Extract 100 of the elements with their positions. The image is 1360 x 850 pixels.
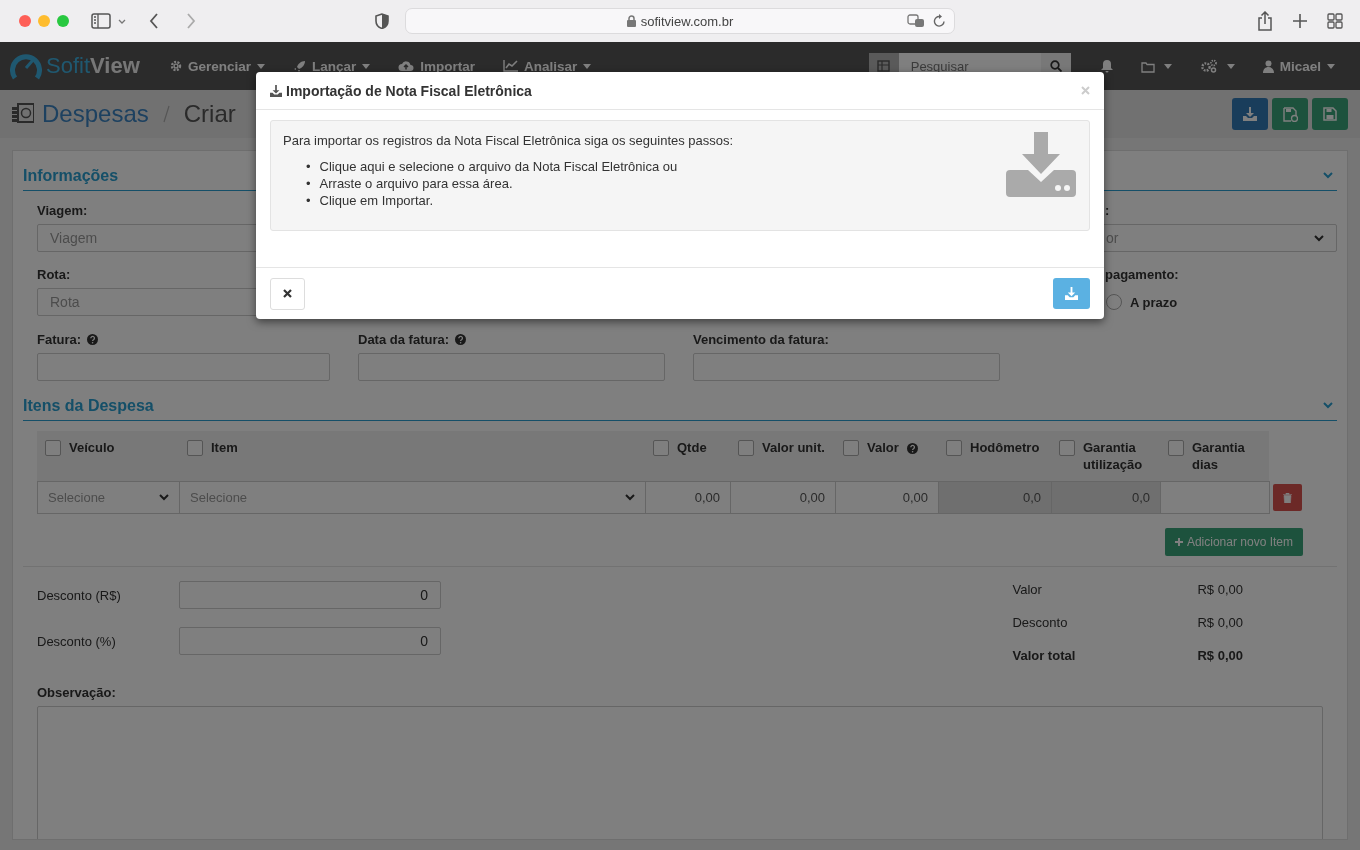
caret-icon xyxy=(362,63,371,69)
checkbox[interactable] xyxy=(843,440,859,456)
trash-icon xyxy=(1283,492,1292,503)
section-title: Informações xyxy=(23,166,119,185)
save-new-button[interactable] xyxy=(1272,98,1308,130)
bullet: • xyxy=(306,192,311,209)
download-icon xyxy=(270,84,282,97)
instruction-step: Clique em Importar. xyxy=(319,192,433,209)
field-label: Observação: xyxy=(37,684,116,700)
input-field[interactable]: 0 xyxy=(179,581,441,609)
modal-title: Importação de Nota Fiscal Eletrônica xyxy=(286,82,532,99)
shield-icon[interactable] xyxy=(375,13,389,29)
grid-icon[interactable] xyxy=(877,60,891,72)
bell-icon xyxy=(1100,59,1113,73)
column-header: Hodômetro xyxy=(970,439,1040,456)
nav-menu-item[interactable]: Lançar xyxy=(293,58,371,74)
checkbox[interactable] xyxy=(187,440,203,456)
toolbar-button[interactable] xyxy=(1140,59,1172,73)
search-icon xyxy=(1049,60,1062,72)
caret-icon xyxy=(1327,63,1335,69)
readonly-field: 0,0 xyxy=(1051,481,1161,514)
translate-icon[interactable] xyxy=(907,14,925,28)
reload-icon[interactable] xyxy=(933,14,946,28)
cancel-button[interactable] xyxy=(270,277,305,310)
column-header: Veículo xyxy=(69,439,115,456)
caret-icon xyxy=(583,63,592,69)
minimize-window-button[interactable] xyxy=(38,15,50,27)
radio-label: A prazo xyxy=(1130,294,1178,310)
input-field[interactable]: 0,00 xyxy=(730,481,836,514)
download-tray-icon xyxy=(1006,132,1076,197)
instruction-step: Arraste o arquivo para essa área. xyxy=(319,175,513,192)
column-header: Item xyxy=(211,439,238,456)
forward-icon[interactable] xyxy=(186,13,196,29)
delete-button[interactable] xyxy=(1273,484,1302,511)
column-header: Valor unit. xyxy=(762,439,825,456)
url-text: sofitview.com.br xyxy=(640,13,734,29)
address-bar[interactable]: sofitview.com.br xyxy=(405,8,955,34)
gauge-icon xyxy=(10,51,42,81)
chevron-down-icon[interactable] xyxy=(1323,402,1333,409)
summary-label: Valor total xyxy=(1012,648,1077,663)
close-icon xyxy=(1081,86,1090,95)
plus-icon xyxy=(1174,538,1183,546)
checkbox[interactable] xyxy=(1168,440,1184,456)
import-button[interactable] xyxy=(1232,98,1268,130)
field-label: : xyxy=(1105,202,1110,218)
column-header: Valor xyxy=(867,439,899,456)
field-label: Rota: xyxy=(37,266,71,282)
chevron-down-icon[interactable] xyxy=(1323,172,1333,179)
user-menu[interactable]: Micael xyxy=(1262,58,1335,74)
logo-text: Sofit xyxy=(46,53,91,79)
field-label: Data da fatura: xyxy=(358,331,450,347)
nav-menu-item[interactable]: Analisar xyxy=(503,58,592,74)
back-icon[interactable] xyxy=(149,13,159,29)
field-label: Vencimento da fatura: xyxy=(693,331,829,347)
toolbar-button[interactable] xyxy=(1199,59,1235,73)
checkbox[interactable] xyxy=(738,440,754,456)
toolbar-button[interactable] xyxy=(1100,59,1113,73)
floppy-plus-icon xyxy=(1282,106,1298,122)
input-field[interactable] xyxy=(358,353,665,381)
help-icon xyxy=(906,443,918,454)
nav-menu-item[interactable]: Gerenciar xyxy=(170,58,266,74)
checkbox[interactable] xyxy=(653,440,669,456)
input-field[interactable] xyxy=(37,353,330,381)
add-item-button[interactable]: Adicionar novo Item xyxy=(1164,528,1303,556)
close-button[interactable] xyxy=(1081,86,1090,95)
share-icon[interactable] xyxy=(1257,11,1273,31)
download-icon xyxy=(1243,107,1257,121)
import-button[interactable] xyxy=(1053,278,1090,309)
zoom-window-button[interactable] xyxy=(57,15,69,27)
new-tab-icon[interactable] xyxy=(1293,14,1307,28)
user-icon xyxy=(1262,59,1274,73)
input-field[interactable] xyxy=(1160,481,1270,514)
drop-zone[interactable] xyxy=(270,120,1090,231)
radio-button[interactable] xyxy=(1106,294,1122,310)
instruction-step: Clique aqui e selecione o arquivo da Nota Fiscal Eletrônica ou xyxy=(319,158,678,175)
sidebar-icon[interactable] xyxy=(91,13,111,29)
checkbox[interactable] xyxy=(946,440,962,456)
chevron-down-icon[interactable] xyxy=(118,18,126,24)
lock-icon xyxy=(626,15,636,27)
input-field[interactable]: 0,00 xyxy=(835,481,939,514)
column-header: Garantia utilização xyxy=(1083,439,1144,473)
summary-value: R$ 0,00 xyxy=(1197,615,1243,630)
section-title: Itens da Despesa xyxy=(23,396,154,415)
checkbox[interactable] xyxy=(1059,440,1075,456)
caret-icon xyxy=(257,63,266,69)
input-field[interactable] xyxy=(693,353,1000,381)
save-button[interactable] xyxy=(1312,98,1348,130)
input-field[interactable]: 0 xyxy=(179,627,441,655)
checkbox[interactable] xyxy=(45,440,61,456)
input-field[interactable]: 0,00 xyxy=(645,481,731,514)
summary-value: R$ 0,00 xyxy=(1197,648,1243,663)
readonly-field: 0,0 xyxy=(938,481,1052,514)
close-window-button[interactable] xyxy=(19,15,31,27)
logo-text: View xyxy=(90,53,140,79)
field-label: Desconto (%) xyxy=(37,633,117,649)
column-header: Qtde xyxy=(677,439,707,456)
money-icon xyxy=(12,103,34,125)
help-icon xyxy=(455,333,467,345)
tab-overview-icon[interactable] xyxy=(1327,13,1343,29)
caret-icon xyxy=(1226,63,1235,69)
